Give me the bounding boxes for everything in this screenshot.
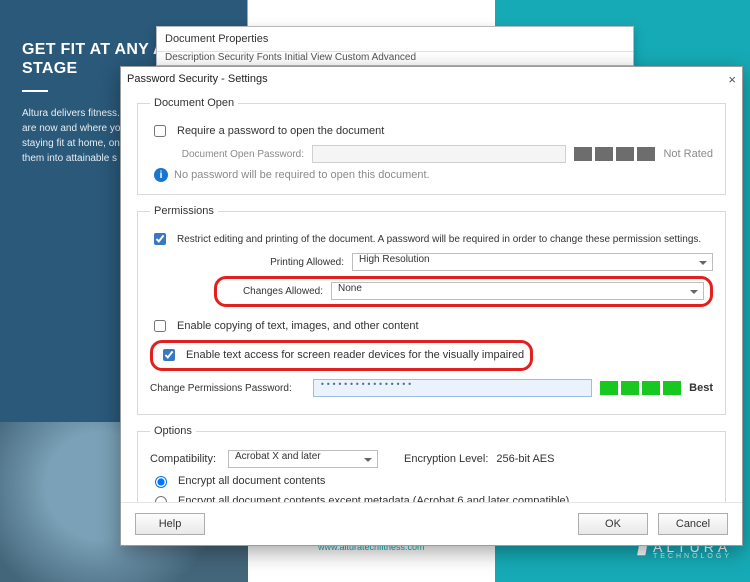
dialog-button-bar: Help OK Cancel bbox=[121, 502, 742, 545]
group-options: Options Compatibility: Acrobat X and lat… bbox=[137, 425, 726, 502]
encryption-level-value: 256-bit AES bbox=[496, 453, 554, 465]
dialog-title: Password Security - Settings bbox=[127, 73, 268, 85]
legend-document-open: Document Open bbox=[150, 97, 238, 109]
restrict-editing-checkbox[interactable] bbox=[154, 233, 166, 245]
printing-allowed-select[interactable]: High Resolution bbox=[352, 253, 713, 271]
enable-access-label: Enable text access for screen reader dev… bbox=[186, 349, 524, 361]
encryption-level-label: Encryption Level: bbox=[404, 453, 488, 465]
back-dialog-tabs: Description Security Fonts Initial View … bbox=[157, 51, 633, 63]
restrict-editing-label: Restrict editing and printing of the doc… bbox=[177, 234, 701, 245]
info-icon: i bbox=[154, 168, 168, 182]
encrypt-except-meta-label: Encrypt all document contents except met… bbox=[178, 495, 569, 503]
perm-strength-meter bbox=[600, 381, 681, 395]
doc-open-strength-label: Not Rated bbox=[663, 148, 713, 160]
back-dialog-title: Document Properties bbox=[157, 27, 633, 51]
doc-open-pw-label: Document Open Password: bbox=[174, 149, 304, 160]
compat-select[interactable]: Acrobat X and later bbox=[228, 450, 378, 468]
encrypt-all-radio[interactable] bbox=[155, 476, 167, 488]
highlight-changes-allowed: Changes Allowed: None bbox=[214, 276, 713, 307]
compat-label: Compatibility: bbox=[150, 453, 220, 465]
encrypt-all-label: Encrypt all document contents bbox=[178, 475, 325, 487]
doc-open-pw-field bbox=[312, 145, 566, 163]
doc-open-strength-meter bbox=[574, 147, 655, 161]
group-permissions: Permissions Restrict editing and printin… bbox=[137, 205, 726, 415]
legend-permissions: Permissions bbox=[150, 205, 218, 217]
require-open-password-label: Require a password to open the document bbox=[177, 125, 384, 137]
cancel-button[interactable]: Cancel bbox=[658, 513, 728, 535]
changes-allowed-select[interactable]: None bbox=[331, 282, 704, 300]
divider bbox=[22, 90, 48, 92]
legend-options: Options bbox=[150, 425, 196, 437]
help-button[interactable]: Help bbox=[135, 513, 205, 535]
close-icon[interactable]: × bbox=[728, 72, 736, 87]
change-perm-pw-label: Change Permissions Password: bbox=[150, 383, 305, 394]
highlight-enable-access: Enable text access for screen reader dev… bbox=[150, 340, 533, 371]
password-security-dialog: Password Security - Settings × Document … bbox=[120, 66, 743, 546]
enable-access-checkbox[interactable] bbox=[163, 349, 175, 361]
perm-strength-label: Best bbox=[689, 382, 713, 394]
enable-copying-checkbox[interactable] bbox=[154, 320, 166, 332]
ok-button[interactable]: OK bbox=[578, 513, 648, 535]
dialog-titlebar[interactable]: Password Security - Settings × bbox=[121, 67, 742, 91]
printing-allowed-label: Printing Allowed: bbox=[244, 257, 344, 268]
doc-open-info: No password will be required to open thi… bbox=[174, 169, 430, 181]
document-properties-dialog: Document Properties Description Security… bbox=[156, 26, 634, 66]
require-open-password-checkbox[interactable] bbox=[154, 125, 166, 137]
logo-sub: TECHNOLOGY bbox=[653, 553, 732, 560]
dialog-content: Document Open Require a password to open… bbox=[121, 91, 742, 502]
change-perm-pw-field[interactable]: •••••••••••••••• bbox=[313, 379, 592, 397]
enable-copying-label: Enable copying of text, images, and othe… bbox=[177, 320, 419, 332]
group-document-open: Document Open Require a password to open… bbox=[137, 97, 726, 195]
changes-allowed-label: Changes Allowed: bbox=[223, 286, 323, 297]
